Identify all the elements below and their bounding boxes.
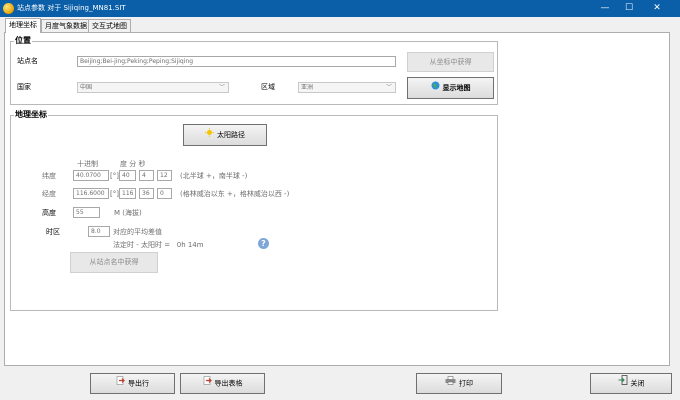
sun-path-button[interactable]: 太阳路径: [183, 124, 267, 146]
decimal-header: 十进制: [77, 160, 98, 168]
longitude-hint: (格林威治以东 +，格林威治以西 -): [180, 190, 290, 198]
latitude-unit: [°]: [110, 172, 119, 180]
latitude-hint: (北半球 +，南半球 -): [180, 172, 248, 180]
tab-geo-coordinates[interactable]: 地理坐标: [5, 18, 41, 33]
printer-icon: [445, 374, 456, 393]
country-select-value: 中国: [80, 84, 93, 91]
longitude-min-input[interactable]: 36: [139, 188, 154, 199]
latitude-label: 纬度: [42, 172, 56, 180]
timezone-hint: 对应的平均差值: [113, 228, 162, 236]
export-icon: [203, 374, 212, 393]
sun-path-label: 太阳路径: [217, 131, 245, 139]
tab-monthly-meteo[interactable]: 月度气象数据: [41, 19, 91, 32]
longitude-deg-input[interactable]: 116: [119, 188, 136, 199]
get-from-coords-button[interactable]: 从坐标中获得: [407, 52, 494, 72]
timezone-input[interactable]: 8.0: [88, 226, 110, 237]
latitude-deg-input[interactable]: 40: [119, 170, 136, 181]
country-select[interactable]: 中国 ﹀: [77, 82, 229, 93]
show-map-label: 显示地图: [442, 84, 471, 92]
window-title: 站点参数 对于 Sijiqing_MN81.SIT: [17, 4, 126, 12]
longitude-sec-input[interactable]: 0: [157, 188, 172, 199]
country-label: 国家: [17, 83, 31, 91]
site-name-input[interactable]: Beijing;Bei-jing;Peking;Peping;Sijiqing: [77, 56, 396, 67]
close-label: 关闭: [630, 379, 645, 388]
title-bar: 站点参数 对于 Sijiqing_MN81.SIT — ☐ ✕: [0, 0, 680, 17]
chevron-down-icon: ﹀: [385, 84, 392, 91]
site-name-label: 站点名: [17, 57, 38, 65]
latitude-sec-input[interactable]: 12: [157, 170, 172, 181]
export-table-button[interactable]: 导出表格: [180, 373, 265, 394]
geo-group-title: 地理坐标: [14, 110, 48, 120]
altitude-input[interactable]: 55: [73, 207, 100, 218]
close-window-button[interactable]: ✕: [646, 0, 668, 17]
maximize-button[interactable]: ☐: [618, 0, 640, 17]
sun-icon: [205, 125, 214, 145]
get-from-site-button[interactable]: 从站点名中获得: [70, 252, 158, 273]
timezone-label: 时区: [46, 228, 60, 236]
help-icon[interactable]: ?: [258, 238, 269, 249]
chevron-down-icon: ﹀: [218, 84, 225, 91]
latitude-decimal-input[interactable]: 40.0700: [73, 170, 109, 181]
dms-header: 度 分 秒: [120, 160, 146, 168]
close-button[interactable]: 关闭: [590, 373, 672, 394]
print-button[interactable]: 打印: [416, 373, 502, 394]
longitude-label: 经度: [42, 190, 56, 198]
longitude-decimal-input[interactable]: 116.6000: [73, 188, 109, 199]
region-select-value: 亚洲: [301, 84, 314, 91]
tab-interactive-map[interactable]: 交互式地图: [88, 19, 131, 32]
export-row-label: 导出行: [128, 379, 149, 388]
longitude-unit: [°]: [110, 190, 119, 198]
app-icon: [3, 3, 14, 14]
export-icon: [116, 374, 125, 393]
altitude-label: 高度: [42, 209, 56, 217]
location-group-title: 位置: [14, 36, 32, 46]
region-select[interactable]: 亚洲 ﹀: [298, 82, 396, 93]
legal-solar-time: 法定时 - 太阳时 = 0h 14m: [113, 241, 204, 249]
minimize-button[interactable]: —: [594, 0, 616, 17]
latitude-min-input[interactable]: 4: [139, 170, 154, 181]
show-map-button[interactable]: 显示地图: [407, 77, 494, 99]
globe-icon: [431, 78, 440, 98]
exit-door-icon: [618, 374, 628, 393]
region-label: 区域: [261, 83, 275, 91]
print-label: 打印: [459, 379, 473, 388]
export-table-label: 导出表格: [214, 379, 243, 388]
altitude-unit: M (海拔): [114, 209, 142, 217]
export-row-button[interactable]: 导出行: [90, 373, 175, 394]
